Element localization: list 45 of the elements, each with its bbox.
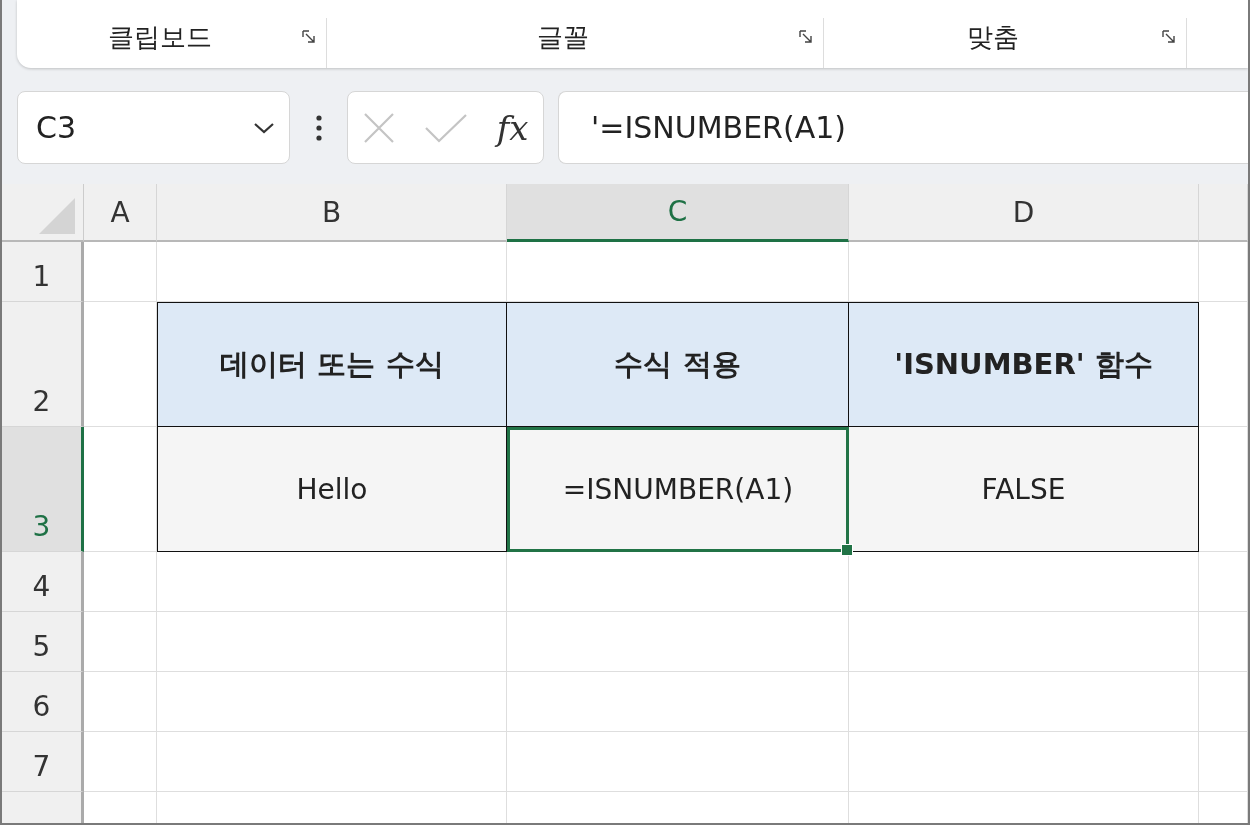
fill-handle[interactable] (841, 544, 853, 556)
dropdown-caret-icon (253, 121, 275, 134)
more-options-icon[interactable] (315, 114, 322, 141)
empty-cell[interactable] (507, 612, 849, 672)
empty-cell[interactable] (157, 612, 507, 672)
empty-cell[interactable] (1199, 732, 1248, 792)
row-header[interactable]: 6 (2, 672, 84, 732)
empty-cell[interactable] (157, 672, 507, 732)
dialog-launcher-icon[interactable] (1162, 30, 1176, 44)
empty-cell[interactable] (849, 732, 1199, 792)
dialog-launcher-icon[interactable] (799, 30, 813, 44)
empty-cell[interactable] (849, 672, 1199, 732)
row-header[interactable]: 1 (2, 242, 84, 302)
insert-function-button[interactable]: fx (496, 107, 529, 148)
empty-cell[interactable] (1199, 672, 1248, 732)
empty-cell[interactable] (507, 732, 849, 792)
table-header-cell: 'ISNUMBER' 함수 (849, 302, 1199, 427)
checkmark-icon[interactable] (423, 112, 468, 143)
column-header[interactable] (1199, 184, 1248, 242)
formula-field[interactable]: '=ISNUMBER(A1) (558, 91, 1248, 164)
column-header[interactable]: A (84, 184, 157, 242)
row-header[interactable]: 3 (2, 427, 84, 552)
row-header[interactable]: 4 (2, 552, 84, 612)
row-header[interactable]: 7 (2, 732, 84, 792)
dialog-launcher-icon[interactable] (302, 30, 316, 44)
table-header-cell: 데이터 또는 수식 (157, 302, 507, 427)
table-cell[interactable]: Hello (157, 427, 507, 552)
empty-cell[interactable] (507, 672, 849, 732)
ribbon-group-label: 글꼴 (536, 20, 590, 54)
column-header[interactable]: B (157, 184, 507, 242)
table-header-cell: 수식 적용 (507, 302, 849, 427)
empty-cell[interactable] (1199, 612, 1248, 672)
table-cell[interactable]: FALSE (849, 427, 1199, 552)
name-box[interactable]: C3 (17, 91, 290, 164)
empty-cell[interactable] (1199, 552, 1248, 612)
select-all-triangle-icon[interactable] (39, 198, 75, 234)
ribbon-group-label: 클립보드 (106, 20, 213, 54)
row-header[interactable]: 2 (2, 302, 84, 427)
column-header[interactable]: D (849, 184, 1199, 242)
cancel-icon[interactable] (362, 111, 395, 144)
column-header[interactable]: C (507, 184, 849, 242)
empty-cell[interactable] (157, 732, 507, 792)
empty-cell[interactable] (849, 612, 1199, 672)
ribbon-group-label: 맞춤 (966, 20, 1020, 54)
row-header[interactable]: 5 (2, 612, 84, 672)
